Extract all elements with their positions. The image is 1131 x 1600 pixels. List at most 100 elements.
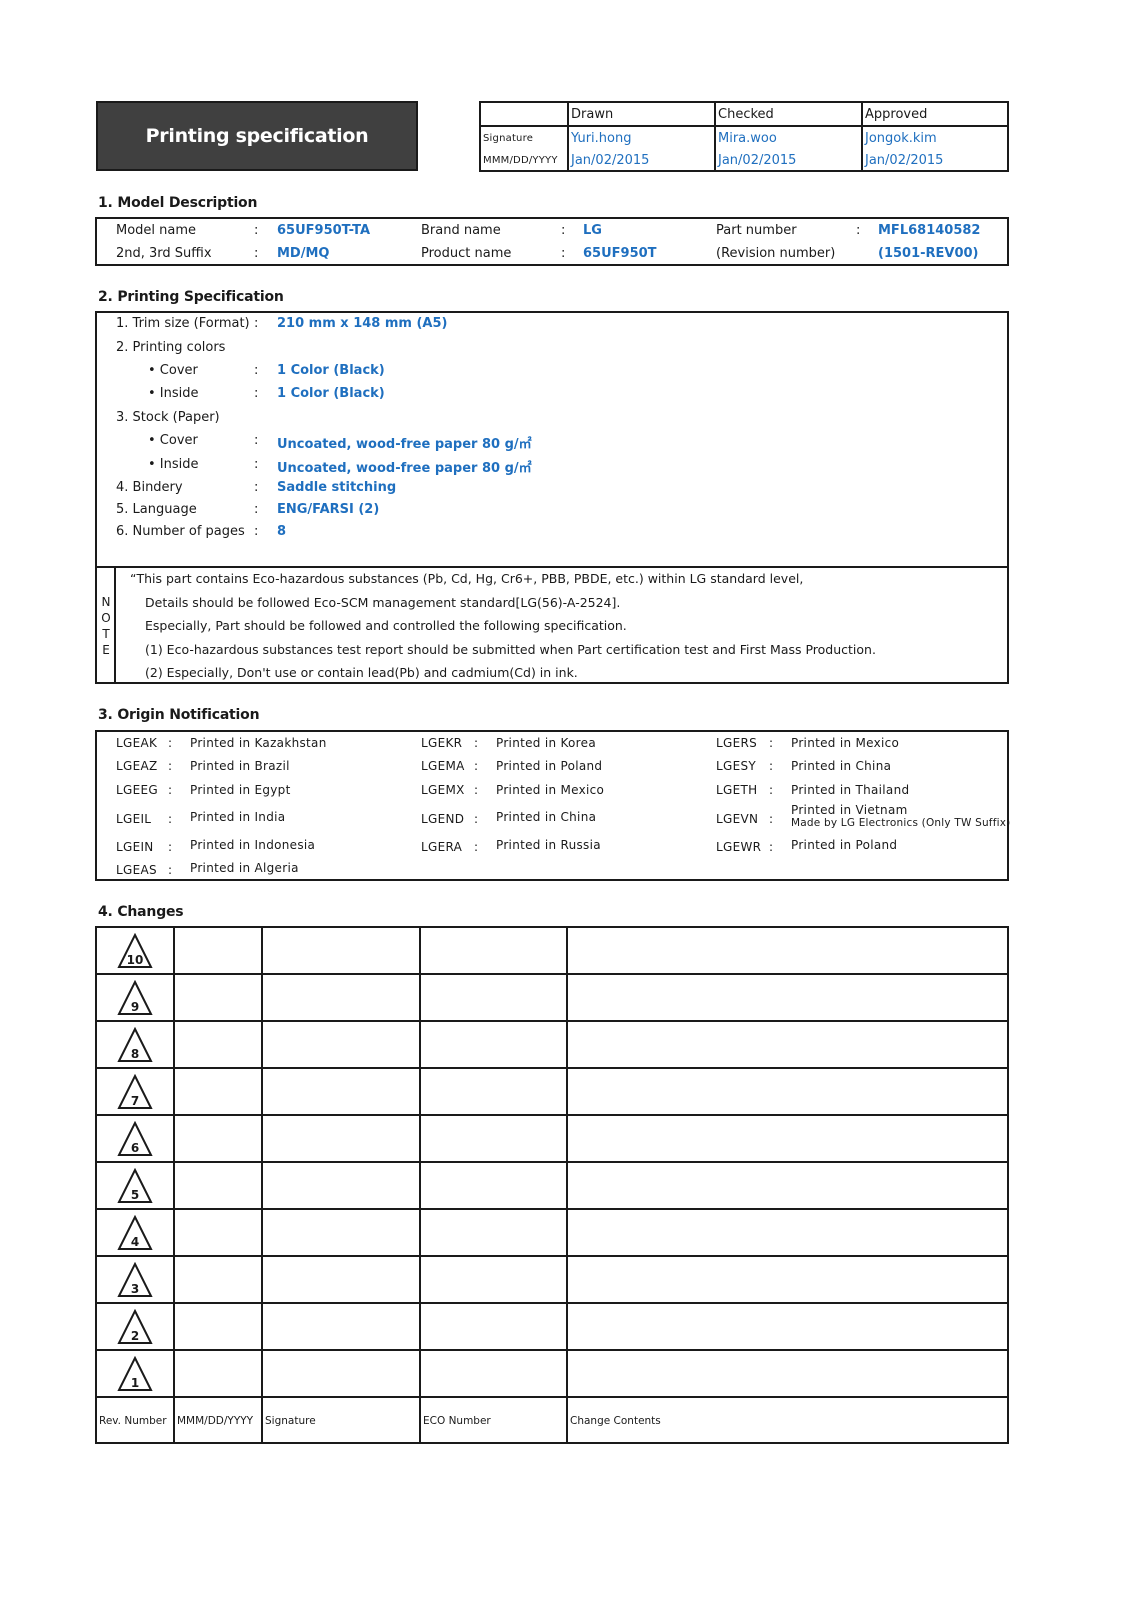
separator: : [168,812,173,826]
signature-cell [261,1161,421,1210]
separator: : [769,783,774,797]
eco-number-cell [419,1208,568,1257]
suffix-value: MD/MQ [277,246,330,261]
change-contents-cell [566,1114,1007,1163]
signature-label: Signature [483,132,534,144]
origin-text: Printed in Russia [496,838,601,852]
rev-number-cell: 2 [97,1302,175,1351]
origin-code: LGEND [421,812,465,826]
date-cell [173,973,263,1022]
model-name-label: Model name [116,223,197,238]
revision-triangle-icon: 3 [117,1261,153,1298]
approval-col-approved: Approved [861,103,1007,127]
note-letter: N [101,595,111,609]
date-cell [173,1161,263,1210]
separator: : [168,736,173,750]
date-label: MMM/DD/YYYY [483,154,558,166]
revision-triangle-icon: 1 [117,1355,153,1392]
origin-code: LGESY [716,759,757,773]
section-title-model-description: 1. Model Description [98,195,258,211]
separator: : [168,759,173,773]
approval-header-row: Drawn Checked Approved [481,103,1007,127]
origin-text: Printed in Egypt [190,783,291,797]
rev-number-cell: 9 [97,973,175,1022]
separator: : [168,783,173,797]
spec-label-trim-size: 1. Trim size (Format) [116,316,250,331]
origin-text: Printed in Thailand [791,783,910,797]
origin-code: LGEIN [116,840,154,854]
spec-label-language: 5. Language [116,502,197,517]
origin-text: Printed in Kazakhstan [190,736,327,750]
approval-table: Drawn Checked Approved Signature Yuri.ho… [479,101,1009,172]
origin-text: Printed in Poland [791,838,898,852]
rev-number-cell: 7 [97,1067,175,1116]
eco-number-cell [419,1302,568,1351]
signature-cell [261,928,421,975]
section-title-changes: 4. Changes [98,904,184,920]
signature-cell [261,1208,421,1257]
separator: : [254,502,259,517]
origin-code: LGEWR [716,840,762,854]
origin-notification-box: LGEAK : Printed in Kazakhstan LGEAZ : Pr… [95,730,1010,881]
separator: : [168,863,173,877]
change-contents-cell [566,1349,1007,1398]
date-cell [173,1020,263,1069]
eco-number-cell [419,1161,568,1210]
origin-code: LGEMA [421,759,465,773]
date-cell [173,1302,263,1351]
origin-text: Printed in Vietnam Made by LG Electronic… [791,803,1010,829]
signature-cell [261,1302,421,1351]
changes-table: 10 9 8 7 6 5 4 3 2 1 Rev. Number MMM/DD/YYYY Signatu… [95,926,1009,1444]
change-row: 4 [97,1208,1007,1257]
change-row: 7 [97,1067,1007,1116]
origin-code: LGEIL [116,812,152,826]
change-row: 9 [97,973,1007,1022]
date-cell [173,1114,263,1163]
product-name-label: Product name [421,246,512,261]
signature-cell [261,1114,421,1163]
separator: : [254,223,259,238]
printing-specification-box: 1. Trim size (Format) : 210 mm x 148 mm … [95,311,1009,684]
revision-number: 9 [130,999,140,1014]
separator: : [856,223,861,238]
footer-signature: Signature [261,1396,421,1443]
signature-cell [261,1020,421,1069]
origin-subtext: Made by LG Electronics (Only TW Suffix) [791,817,1011,829]
origin-text: Printed in Korea [496,736,596,750]
separator: : [769,840,774,854]
change-contents-cell [566,1302,1007,1351]
origin-code: LGEAS [116,863,157,877]
date-cell [173,1208,263,1257]
approval-col-drawn: Drawn [567,103,715,127]
separator: : [254,316,259,331]
date-cell [173,1067,263,1116]
note-line: “This part contains Eco-hazardous substa… [130,571,804,586]
note-label: N O T E [99,594,113,658]
separator: : [254,524,259,539]
changes-footer-row: Rev. Number MMM/DD/YYYY Signature ECO Numbe… [97,1396,1007,1443]
origin-text: Printed in Poland [496,759,603,773]
eco-number-cell [419,928,568,975]
change-contents-cell [566,1161,1007,1210]
date-cell [173,1255,263,1304]
separator: : [474,759,479,773]
part-number-label: Part number [716,223,797,238]
checked-date: Jan/02/2015 [714,149,862,171]
footer-eco-number: ECO Number [419,1396,568,1443]
revision-number-label: (Revision number) [716,246,836,261]
revision-number: 10 [126,952,144,967]
model-description-box: Model name : 65UF950T-TA Brand name : LG… [95,217,1009,266]
rev-number-cell: 3 [97,1255,175,1304]
spec-label-pages: 6. Number of pages [116,524,245,539]
document-title: Printing specification [96,101,418,171]
revision-number: 3 [130,1281,140,1296]
approved-date: Jan/02/2015 [861,149,1007,171]
spec-label-colors-cover: • Cover [148,363,198,378]
signature-cell [261,973,421,1022]
eco-number-cell [419,1114,568,1163]
note-letter: E [102,643,110,657]
separator: : [769,759,774,773]
spec-label-colors-inside: • Inside [148,386,199,401]
drawn-signature: Yuri.hong [567,126,715,149]
change-row: 3 [97,1255,1007,1304]
